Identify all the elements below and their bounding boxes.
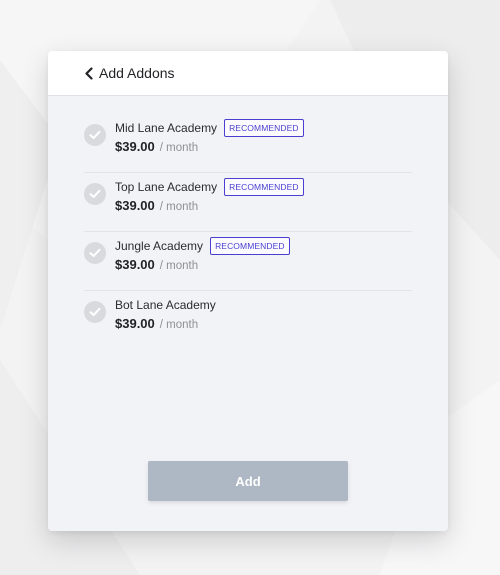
addon-details: Top Lane Academy RECOMMENDED $39.00 / mo…	[115, 177, 304, 213]
addon-price-row: $39.00 / month	[115, 257, 290, 272]
addon-details: Mid Lane Academy RECOMMENDED $39.00 / mo…	[115, 118, 304, 154]
addon-details: Bot Lane Academy $39.00 / month	[115, 295, 216, 331]
addon-item-top-lane-academy[interactable]: Top Lane Academy RECOMMENDED $39.00 / mo…	[84, 173, 412, 232]
panel-header: Add Addons	[48, 51, 448, 96]
addon-name-row: Mid Lane Academy RECOMMENDED	[115, 118, 304, 138]
addon-period: / month	[159, 260, 199, 272]
addon-price: $39.00	[115, 316, 155, 331]
addon-name: Jungle Academy	[115, 239, 204, 253]
recommended-badge: RECOMMENDED	[210, 237, 290, 255]
addon-period: / month	[159, 201, 199, 213]
addons-panel: Add Addons Mid Lane Academy RECOMMENDED …	[48, 51, 448, 531]
addon-name-row: Top Lane Academy RECOMMENDED	[115, 177, 304, 197]
check-circle-icon[interactable]	[84, 301, 106, 323]
addon-price-row: $39.00 / month	[115, 316, 216, 331]
addon-name-row: Jungle Academy RECOMMENDED	[115, 236, 290, 256]
check-circle-icon[interactable]	[84, 242, 106, 264]
addon-name: Top Lane Academy	[115, 180, 218, 194]
addon-price-row: $39.00 / month	[115, 139, 304, 154]
add-button[interactable]: Add	[148, 461, 348, 501]
addon-price: $39.00	[115, 198, 155, 213]
addon-details: Jungle Academy RECOMMENDED $39.00 / mont…	[115, 236, 290, 272]
addon-item-bot-lane-academy[interactable]: Bot Lane Academy $39.00 / month	[84, 291, 412, 349]
addon-list: Mid Lane Academy RECOMMENDED $39.00 / mo…	[84, 114, 412, 349]
addon-name: Mid Lane Academy	[115, 121, 218, 135]
addon-period: / month	[159, 319, 199, 331]
page-title: Add Addons	[99, 65, 175, 81]
addon-price-row: $39.00 / month	[115, 198, 304, 213]
addon-period: / month	[159, 142, 199, 154]
recommended-badge: RECOMMENDED	[224, 178, 304, 196]
addon-price: $39.00	[115, 257, 155, 272]
back-button[interactable]: Add Addons	[84, 65, 175, 81]
addon-item-mid-lane-academy[interactable]: Mid Lane Academy RECOMMENDED $39.00 / mo…	[84, 114, 412, 173]
addon-name-row: Bot Lane Academy	[115, 295, 216, 315]
chevron-left-icon	[84, 66, 95, 80]
addon-price: $39.00	[115, 139, 155, 154]
addon-name: Bot Lane Academy	[115, 298, 216, 312]
addon-item-jungle-academy[interactable]: Jungle Academy RECOMMENDED $39.00 / mont…	[84, 232, 412, 291]
recommended-badge: RECOMMENDED	[224, 119, 304, 137]
check-circle-icon[interactable]	[84, 183, 106, 205]
check-circle-icon[interactable]	[84, 124, 106, 146]
